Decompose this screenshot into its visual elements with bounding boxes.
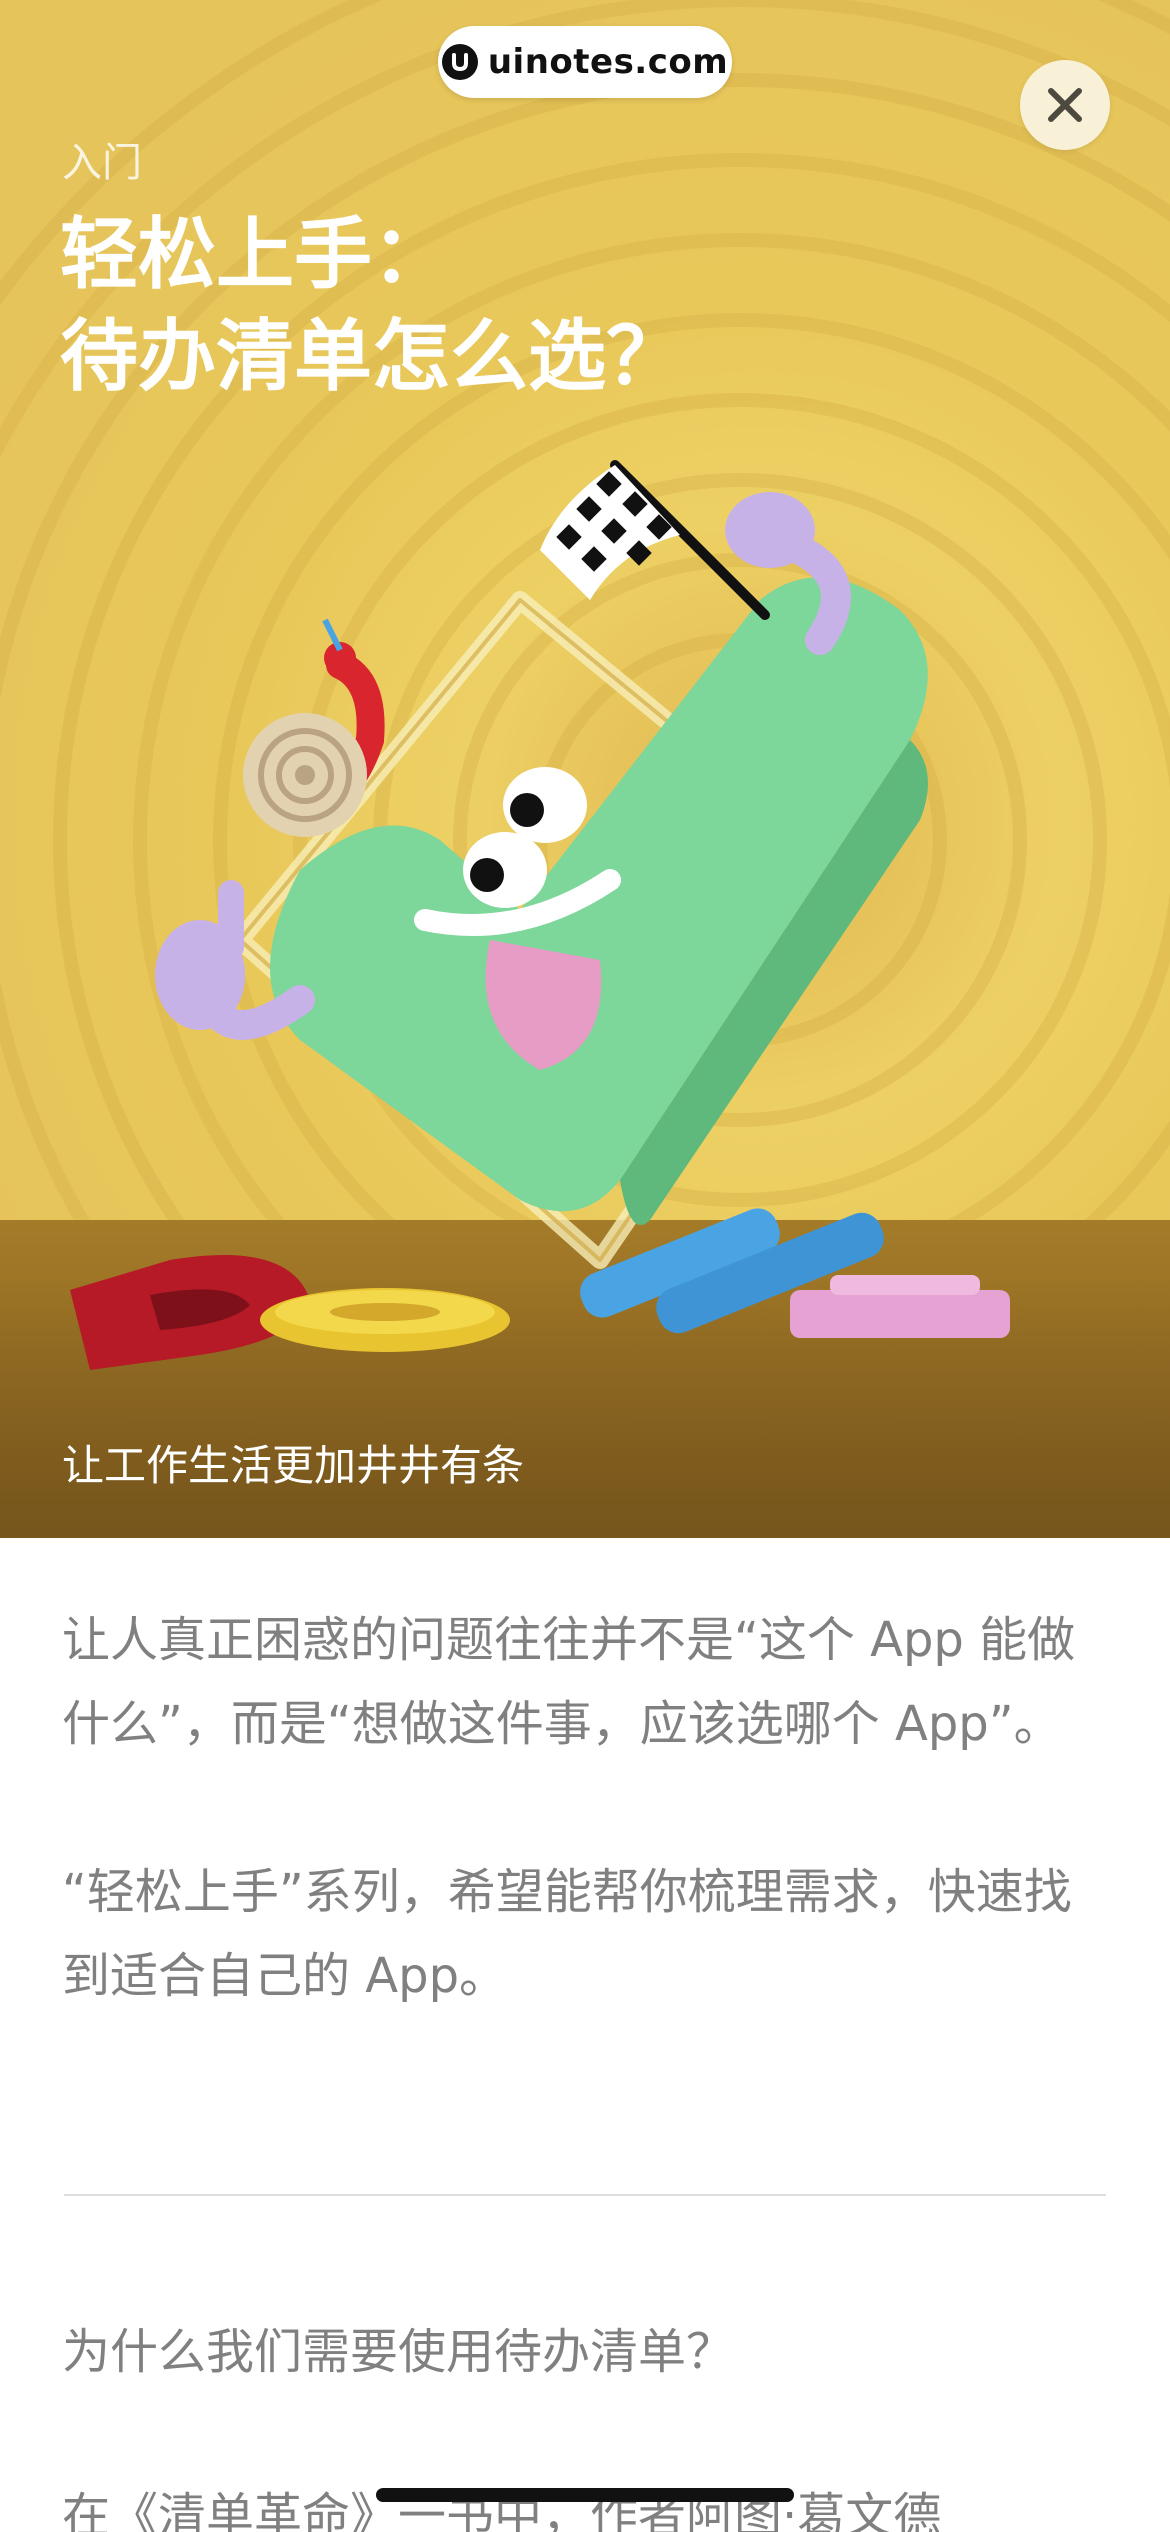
section-divider (64, 2194, 1106, 2196)
hero-caption: 让工作生活更加井井有条 (62, 1441, 525, 1490)
section-heading: 为什么我们需要使用待办清单？ (62, 2324, 735, 2380)
title-line-2: 待办清单怎么选？ (60, 312, 685, 402)
snail (243, 618, 385, 837)
category-label: 入门 (62, 140, 142, 186)
hero-illustration (70, 460, 1010, 1370)
watermark-badge: uinotes.com (438, 26, 732, 98)
page-title: 轻松上手： 待办清单怎么选？ (60, 204, 960, 408)
intro-paragraph-1: 让人真正困惑的问题往往并不是“这个 App 能做什么”，而是“想做这件事，应该选… (62, 1612, 1076, 1752)
yellow-letter-o (260, 1288, 510, 1352)
pink-letter-e (790, 1275, 1010, 1338)
watermark-text: uinotes.com (487, 42, 729, 82)
uinotes-logo-icon (441, 44, 478, 80)
home-indicator[interactable] (376, 2488, 794, 2502)
article-page: uinotes.com 入门 轻松上手： 待办清单怎么选？ 让工作生活更加井井有… (0, 0, 1170, 2532)
close-icon (1048, 88, 1082, 122)
intro-paragraph-2: “轻松上手”系列，希望能帮你梳理需求，快速找到适合自己的 App。 (62, 1864, 1072, 2004)
close-button[interactable] (1020, 60, 1110, 150)
body-paragraph-3: 在《清单革命》一书中，作者阿图·葛文德 (62, 2488, 942, 2532)
title-line-1: 轻松上手： (60, 210, 451, 300)
checkmark-character (155, 492, 928, 1225)
hero-banner: uinotes.com 入门 轻松上手： 待办清单怎么选？ 让工作生活更加井井有… (0, 0, 1170, 1538)
